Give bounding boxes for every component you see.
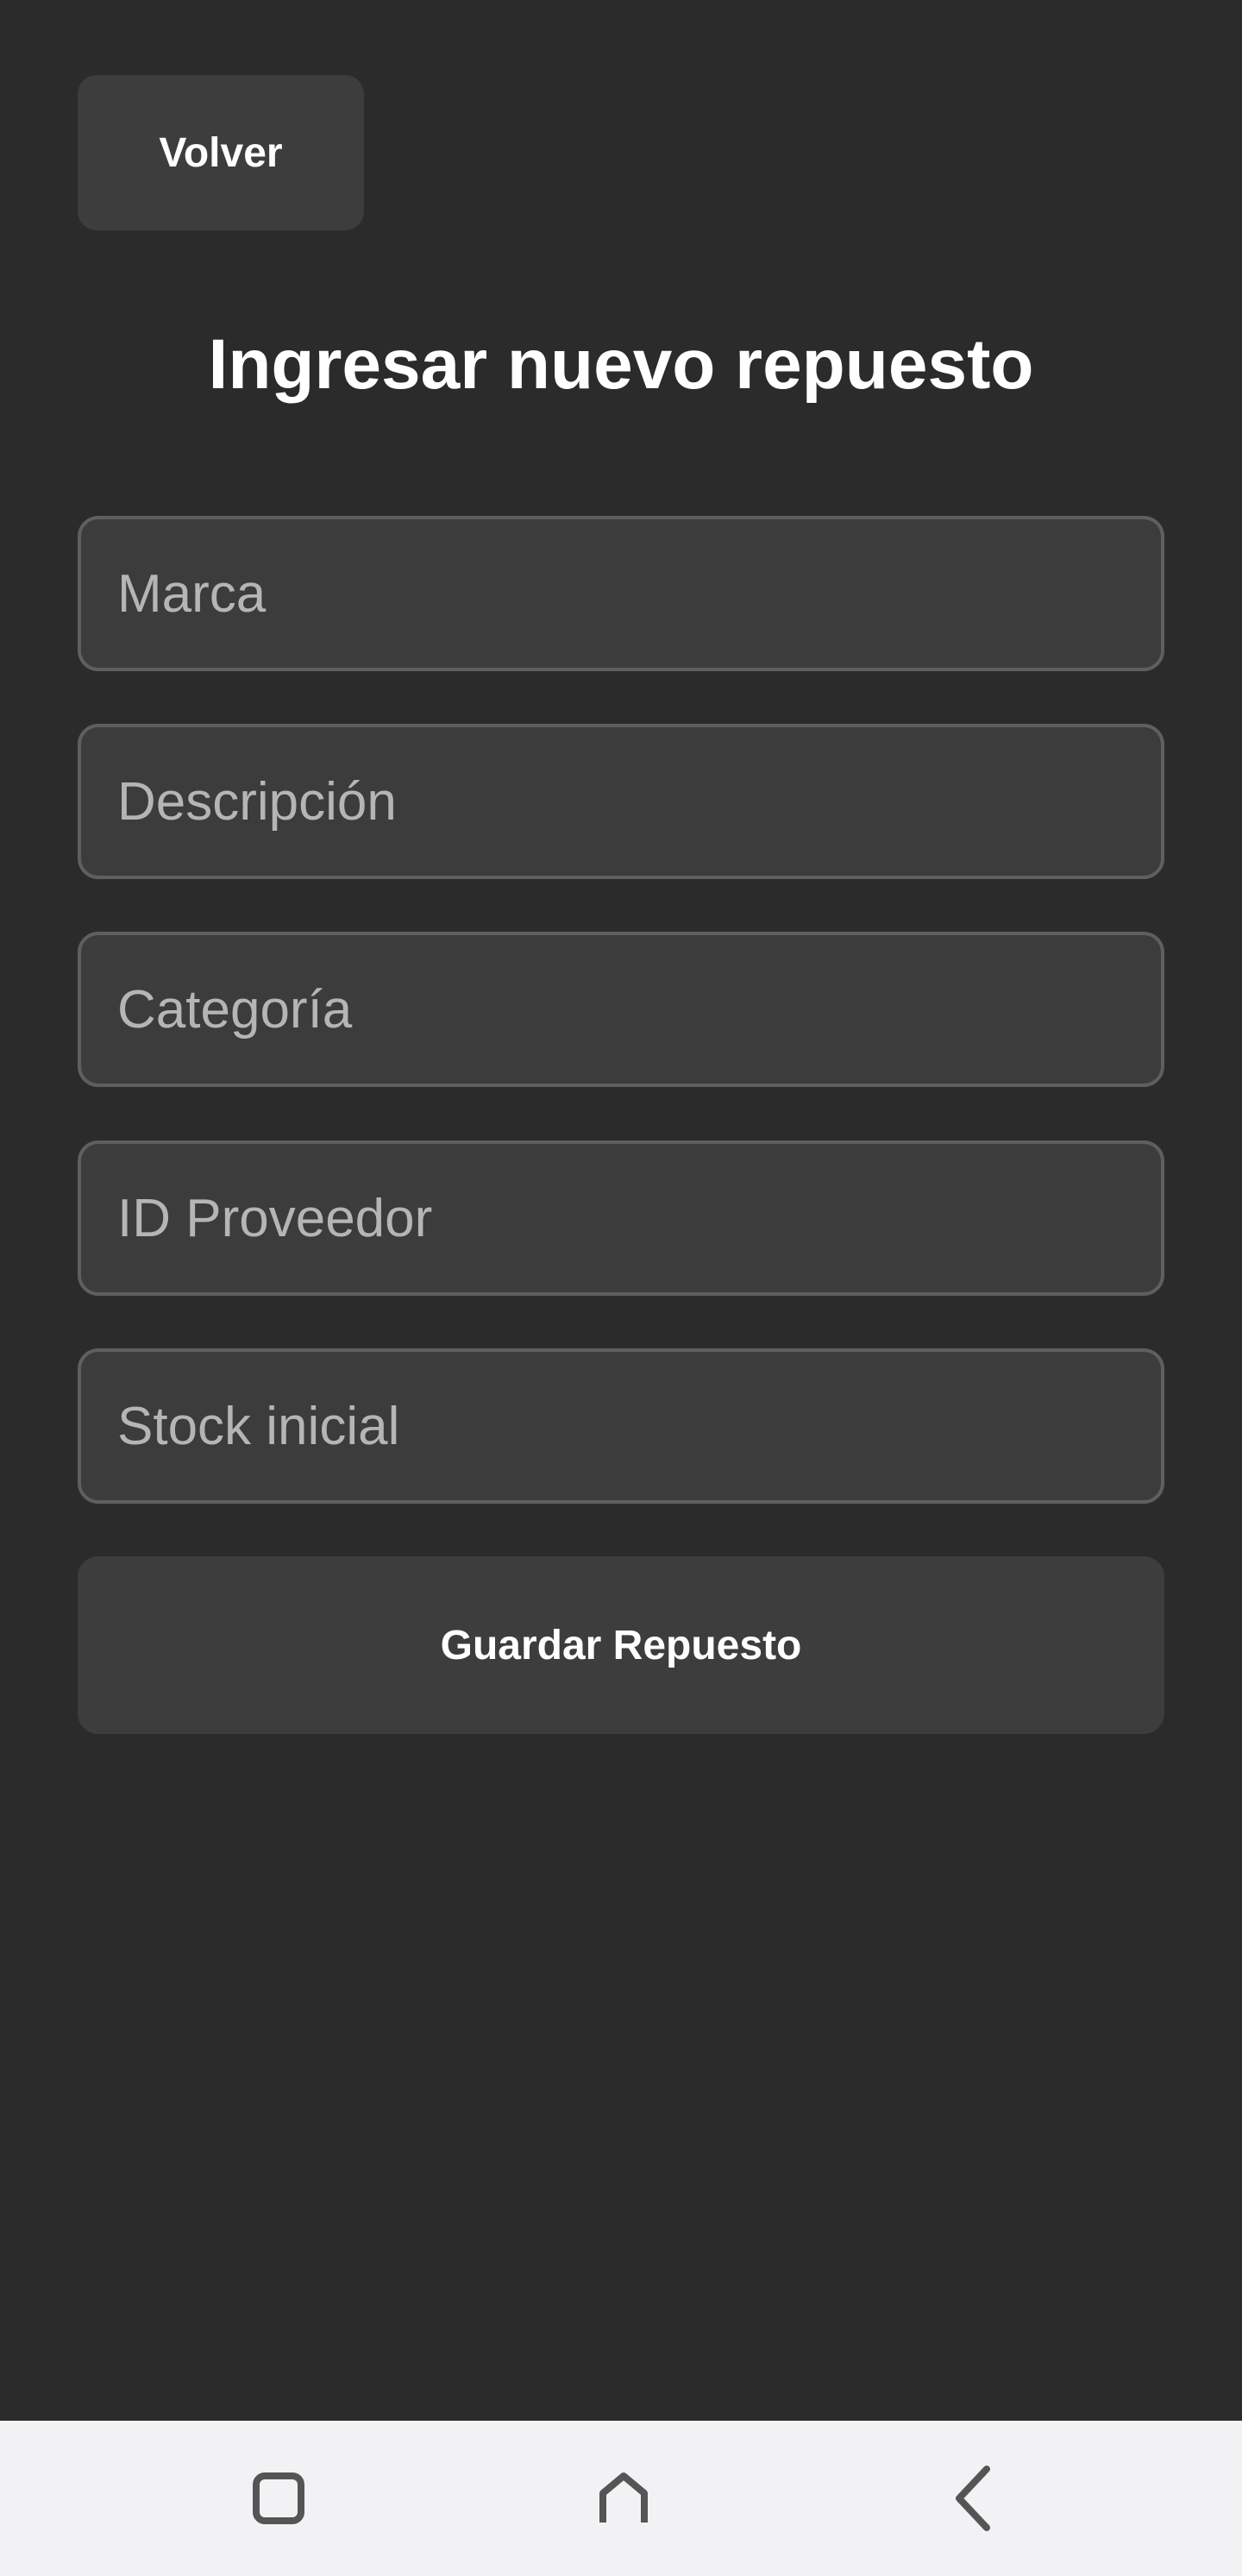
page-title: Ingresar nuevo repuesto (208, 325, 1034, 404)
back-nav-button[interactable] (906, 2421, 1044, 2576)
description-field[interactable] (78, 724, 1164, 879)
recent-apps-icon (253, 2472, 304, 2524)
app-screen: Volver Ingresar nuevo repuesto Guardar R… (0, 0, 1242, 2421)
back-button[interactable]: Volver (78, 75, 364, 230)
initial-stock-field[interactable] (78, 1348, 1164, 1504)
system-navigation-bar (0, 2421, 1242, 2576)
supplier-id-field[interactable] (78, 1140, 1164, 1296)
save-part-button[interactable]: Guardar Repuesto (78, 1556, 1164, 1734)
home-button[interactable] (555, 2421, 693, 2576)
category-field[interactable] (78, 932, 1164, 1087)
brand-field[interactable] (78, 516, 1164, 671)
recent-apps-button[interactable] (210, 2421, 348, 2576)
home-icon (599, 2472, 648, 2523)
back-icon (956, 2466, 990, 2531)
